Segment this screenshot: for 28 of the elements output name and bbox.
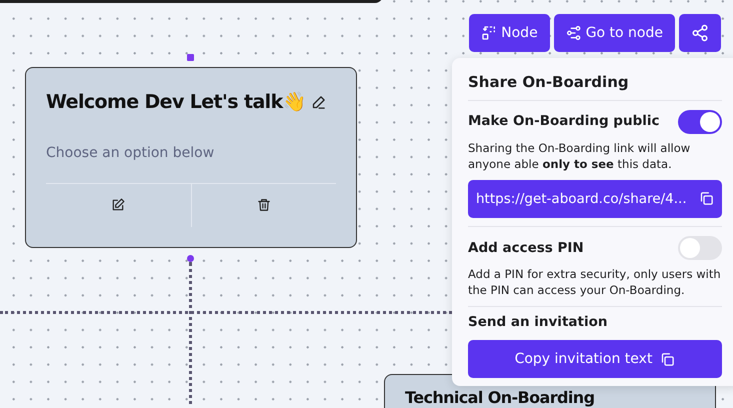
share-icon	[691, 24, 709, 42]
share-link-field[interactable]: https://get-aboard.co/share/4...	[468, 180, 722, 218]
nodes-icon	[566, 25, 582, 41]
connection-handle[interactable]	[187, 255, 194, 262]
setting-description: Sharing the On-Boarding link will allow anyone able only to see this data.	[468, 140, 692, 172]
copy-icon	[660, 352, 676, 367]
setting-description: Add a PIN for extra security, only users with the PIN can access your On-Boarding.	[468, 266, 722, 298]
connection-handle[interactable]	[187, 54, 194, 61]
node-card[interactable]: Welcome Dev Let's talk👋 Choose an option below	[25, 67, 357, 248]
node-icon	[481, 25, 498, 41]
node-button[interactable]: Node	[469, 14, 550, 52]
pencil-icon	[311, 94, 326, 110]
trash-icon	[256, 198, 271, 212]
copy-icon	[699, 191, 714, 206]
setting-label: Add access PIN	[468, 238, 584, 258]
toggle-switch[interactable]	[678, 236, 722, 260]
copy-invitation-button[interactable]: Copy invitation text	[468, 340, 722, 378]
popover-title: Share On-Boarding	[468, 71, 722, 100]
go-to-node-button[interactable]: Go to node	[554, 14, 675, 52]
node-subtitle: Choose an option below	[46, 144, 216, 162]
setting-label: Make On-Boarding public	[468, 112, 660, 132]
node-title: Technical On-Boarding	[405, 389, 594, 407]
edit-icon	[111, 198, 126, 212]
share-button[interactable]	[679, 14, 721, 52]
node-title: Welcome Dev Let's talk👋	[46, 90, 306, 115]
toggle-switch[interactable]	[678, 110, 722, 134]
section-heading: Send an invitation	[468, 312, 608, 332]
share-link: https://get-aboard.co/share/4...	[476, 190, 687, 209]
